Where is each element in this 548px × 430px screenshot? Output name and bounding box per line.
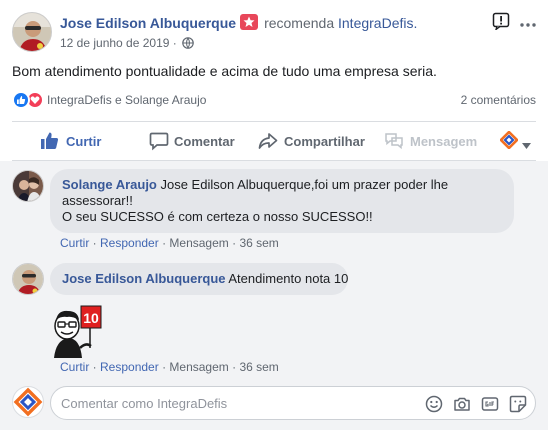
integradefis-logo-icon bbox=[499, 130, 519, 152]
comment-text: Atendimento nota 10 bbox=[225, 271, 349, 286]
comment-button-label: Comentar bbox=[174, 134, 235, 149]
sticker-score-text: 10 bbox=[83, 310, 99, 326]
divider bbox=[12, 121, 536, 122]
comment-actions: Curtir · Responder · Mensagem · 36 sem bbox=[60, 236, 279, 250]
comment-composer bbox=[50, 386, 536, 420]
comment-text-line: assessorar!! bbox=[62, 193, 133, 208]
post-header-line: Jose Edilson Albuquerque recomenda Integr… bbox=[60, 14, 417, 31]
like-button[interactable]: Curtir bbox=[40, 126, 120, 158]
message-button-label: Mensagem bbox=[410, 134, 478, 149]
comment-message-link[interactable]: Mensagem bbox=[169, 360, 228, 374]
sticker-image[interactable]: 10 bbox=[50, 304, 106, 358]
share-icon bbox=[258, 131, 278, 154]
post-body-text: Bom atendimento pontualidade e acima de … bbox=[12, 63, 437, 79]
chevron-down-icon bbox=[522, 137, 531, 152]
reactions-summary: IntegraDefis e Solange Araujo 2 comentár… bbox=[12, 91, 536, 109]
comment-text-line: O seu SUCESSO é com certeza o nosso SUCE… bbox=[62, 209, 373, 224]
post-verb: recomenda bbox=[264, 15, 335, 31]
post-header: Jose Edilson Albuquerque recomenda Integr… bbox=[12, 12, 536, 54]
sticker-icon[interactable] bbox=[509, 395, 527, 413]
reaction-icons[interactable] bbox=[12, 91, 48, 109]
globe-icon bbox=[182, 37, 194, 52]
comment-author[interactable]: Solange Araujo bbox=[62, 177, 157, 192]
camera-icon[interactable] bbox=[453, 395, 471, 413]
facebook-post: Jose Edilson Albuquerque recomenda Integr… bbox=[0, 0, 548, 430]
share-button-label: Compartilhar bbox=[284, 134, 365, 149]
comment-text: Jose Edilson Albuquerque,foi um prazer p… bbox=[156, 177, 449, 192]
comment-timestamp[interactable]: 36 sem bbox=[239, 236, 278, 250]
comment-button[interactable]: Comentar bbox=[149, 126, 249, 158]
share-button[interactable]: Compartilhar bbox=[258, 126, 388, 158]
commenter-avatar[interactable] bbox=[12, 263, 44, 295]
more-options-icon[interactable] bbox=[520, 14, 536, 28]
comment-reply-link[interactable]: Responder bbox=[100, 236, 159, 250]
page-selector[interactable] bbox=[499, 126, 536, 158]
post-author-name[interactable]: Jose Edilson Albuquerque bbox=[60, 15, 236, 31]
comment-actions: Curtir · Responder · Mensagem · 36 sem bbox=[60, 360, 279, 374]
message-button[interactable]: Mensagem bbox=[384, 126, 484, 158]
gif-icon[interactable] bbox=[481, 395, 499, 413]
like-button-label: Curtir bbox=[66, 134, 102, 149]
post-meta: 12 de junho de 2019 · bbox=[60, 36, 194, 52]
recommendation-badge-icon bbox=[240, 14, 259, 30]
comment-icon bbox=[149, 131, 169, 154]
comment-reply-link[interactable]: Responder bbox=[100, 360, 159, 374]
emoji-icon[interactable] bbox=[425, 395, 443, 413]
comment-bubble: Jose Edilson Albuquerque Atendimento not… bbox=[50, 263, 348, 295]
like-reaction-icon bbox=[12, 91, 30, 109]
recommended-page-link[interactable]: IntegraDefis. bbox=[338, 15, 417, 31]
comment-message-link[interactable]: Mensagem bbox=[169, 236, 228, 250]
flag-icon[interactable] bbox=[492, 12, 510, 32]
comment-like-link[interactable]: Curtir bbox=[60, 360, 89, 374]
comment-timestamp[interactable]: 36 sem bbox=[239, 360, 278, 374]
message-icon bbox=[384, 131, 404, 154]
comment-author[interactable]: Jose Edilson Albuquerque bbox=[62, 271, 225, 286]
author-avatar[interactable] bbox=[12, 12, 52, 52]
reaction-names[interactable]: IntegraDefis e Solange Araujo bbox=[47, 93, 206, 107]
comment-count[interactable]: 2 comentários bbox=[461, 93, 536, 107]
page-avatar[interactable] bbox=[12, 386, 44, 418]
post-date[interactable]: 12 de junho de 2019 bbox=[60, 36, 169, 50]
comment-bubble: Solange Araujo Jose Edilson Albuquerque,… bbox=[50, 169, 514, 233]
post-action-bar: Curtir Comentar Compartilhar Mensagem bbox=[12, 126, 536, 158]
thumbs-up-icon bbox=[40, 131, 60, 154]
comment-input[interactable] bbox=[61, 394, 401, 412]
commenter-avatar[interactable] bbox=[12, 170, 44, 202]
comment-like-link[interactable]: Curtir bbox=[60, 236, 89, 250]
